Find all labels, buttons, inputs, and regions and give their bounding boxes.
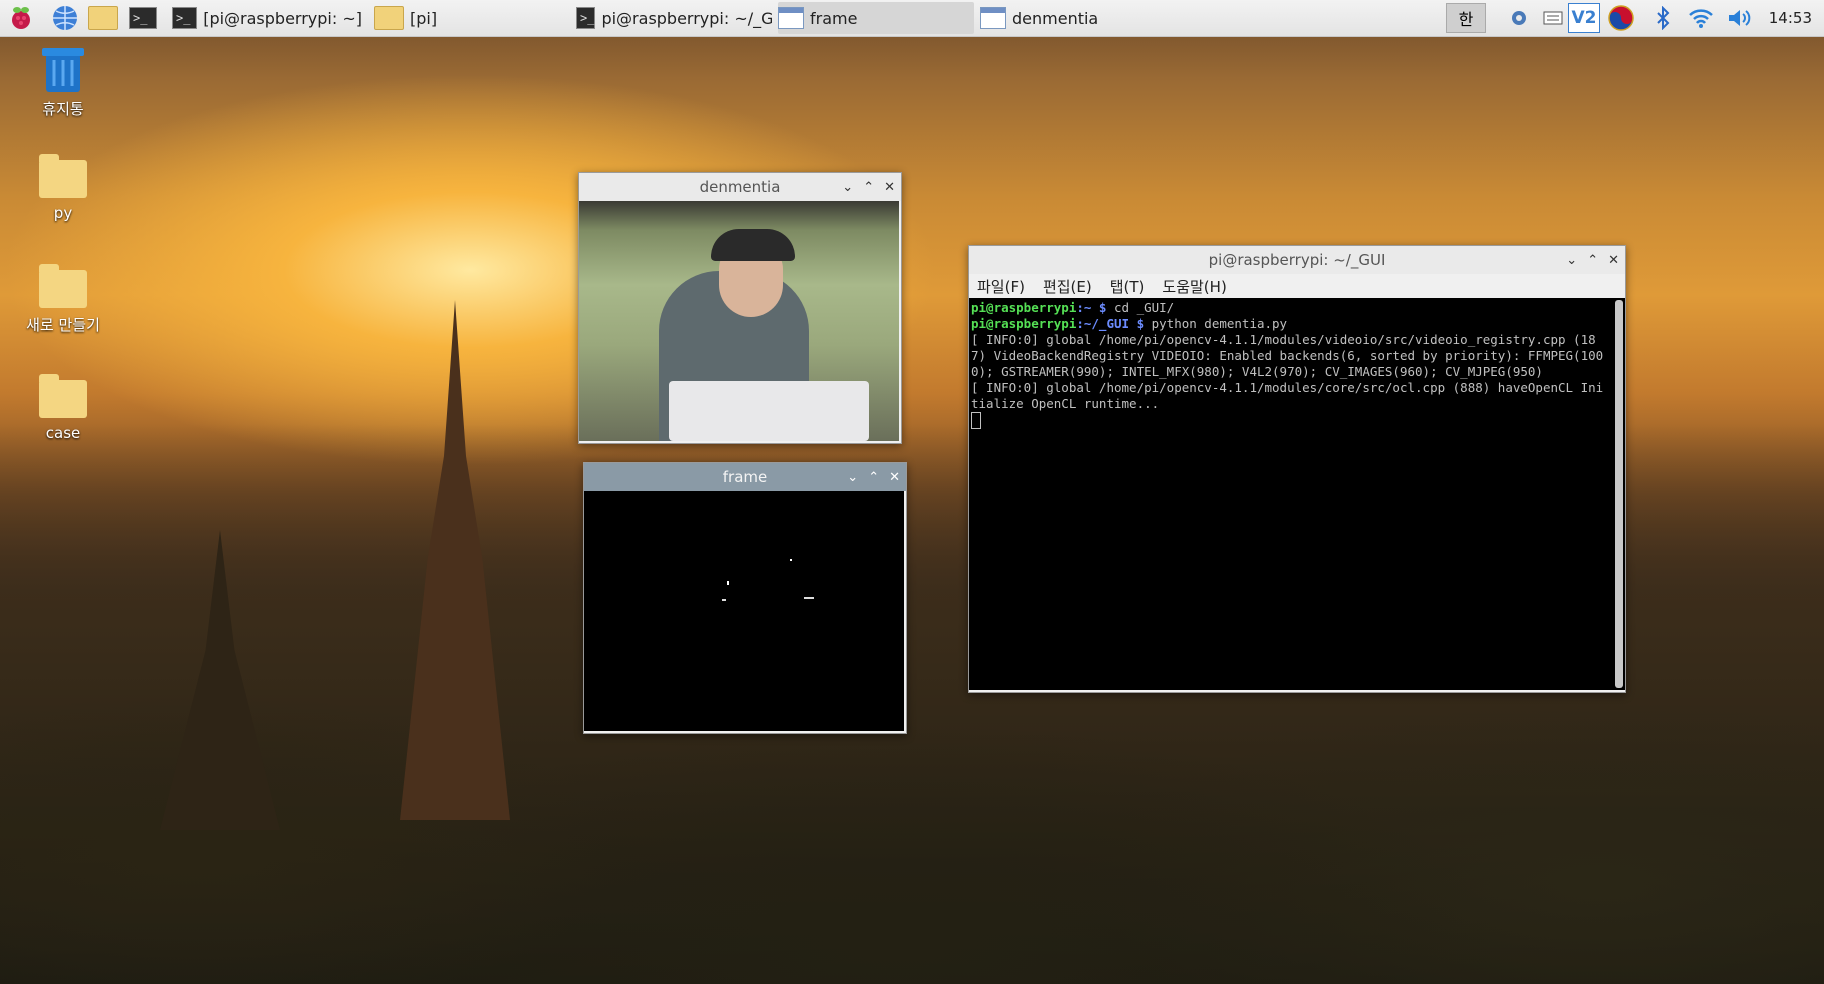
- task-terminal-home[interactable]: >_ [pi@raspberrypi: ~]: [172, 2, 362, 34]
- menu-help[interactable]: 도움말(H): [1162, 276, 1226, 297]
- person-cap: [711, 229, 795, 261]
- task-frame[interactable]: frame: [778, 2, 974, 34]
- folder-icon: [374, 6, 404, 30]
- task-denmentia[interactable]: denmentia: [980, 2, 1176, 34]
- terminal-icon: >_: [576, 7, 596, 29]
- task-terminal-gui[interactable]: >_ pi@raspberrypi: ~/_G...: [576, 2, 772, 34]
- desktop-icon-label: 휴지통: [42, 100, 84, 118]
- terminal-line: pi@raspberrypi:~ $ cd _GUI/: [971, 300, 1175, 315]
- korean-input-icon[interactable]: [1606, 3, 1636, 33]
- terminal-menubar: 파일(F) 편집(E) 탭(T) 도움말(H): [969, 274, 1625, 298]
- close-icon[interactable]: ✕: [884, 180, 895, 195]
- frame-titlebar[interactable]: frame ⌄ ⌃ ✕: [584, 463, 906, 491]
- text-cursor: [971, 412, 981, 429]
- desktop-icon-label: py: [53, 204, 73, 222]
- terminal-launcher-icon[interactable]: >_: [128, 3, 158, 33]
- window-title: pi@raspberrypi: ~/_GUI: [1208, 251, 1386, 269]
- terminal-line: pi@raspberrypi:~/_GUI $ python dementia.…: [971, 316, 1288, 331]
- window-title: frame: [722, 468, 768, 486]
- frame-window[interactable]: frame ⌄ ⌃ ✕: [583, 462, 907, 734]
- denmentia-window[interactable]: denmentia ⌄ ⌃ ✕: [578, 172, 902, 444]
- clock[interactable]: 14:53: [1769, 0, 1812, 36]
- mask-pixel: [790, 559, 792, 561]
- terminal-scrollbar[interactable]: [1615, 300, 1623, 688]
- minimize-icon[interactable]: ⌄: [1566, 253, 1577, 268]
- task-folder-pi[interactable]: [pi]: [374, 2, 574, 34]
- terminal-output-line: [ INFO:0] global /home/pi/opencv-4.1.1/m…: [971, 332, 1604, 379]
- file-manager-icon[interactable]: [88, 3, 118, 33]
- web-browser-icon[interactable]: [50, 3, 80, 33]
- denmentia-titlebar[interactable]: denmentia ⌄ ⌃ ✕: [579, 173, 901, 201]
- menu-tabs[interactable]: 탭(T): [1110, 276, 1145, 297]
- desktop-icon-case[interactable]: case: [8, 374, 118, 442]
- terminal-cursor-line: [971, 412, 1609, 429]
- terminal-window[interactable]: pi@raspberrypi: ~/_GUI ⌄ ⌃ ✕ 파일(F) 편집(E)…: [968, 245, 1626, 693]
- vnc-icon[interactable]: V2: [1568, 3, 1600, 33]
- window-icon: [778, 7, 804, 29]
- frame-mask-image: [584, 491, 904, 731]
- folder-icon: [39, 154, 87, 198]
- mask-pixel: [804, 597, 814, 599]
- desktop-icon-py[interactable]: py: [8, 154, 118, 222]
- bluetooth-icon[interactable]: [1648, 3, 1678, 33]
- wifi-icon[interactable]: [1686, 3, 1716, 33]
- terminal-output[interactable]: pi@raspberrypi:~ $ cd _GUI/ pi@raspberry…: [969, 298, 1625, 690]
- menu-edit[interactable]: 편집(E): [1043, 276, 1092, 297]
- maximize-icon[interactable]: ⌃: [1587, 253, 1598, 268]
- close-icon[interactable]: ✕: [889, 470, 900, 485]
- desktop-icon-label: 새로 만들기: [26, 316, 100, 334]
- minimize-icon[interactable]: ⌄: [847, 470, 858, 485]
- menu-file[interactable]: 파일(F): [977, 276, 1025, 297]
- desktop-icon-label: case: [45, 424, 81, 442]
- settings-gear-icon[interactable]: [1504, 3, 1534, 33]
- mask-pixel: [722, 599, 726, 601]
- folder-icon: [39, 264, 87, 308]
- window-icon: [980, 7, 1006, 29]
- terminal-titlebar[interactable]: pi@raspberrypi: ~/_GUI ⌄ ⌃ ✕: [969, 246, 1625, 274]
- volume-icon[interactable]: [1724, 3, 1754, 33]
- maximize-icon[interactable]: ⌃: [868, 470, 879, 485]
- camera-feed-image: [579, 201, 899, 441]
- keyboard-layout-icon[interactable]: [1538, 3, 1568, 33]
- desktop-icon-trash[interactable]: 휴지통: [8, 44, 118, 119]
- close-icon[interactable]: ✕: [1608, 253, 1619, 268]
- trash-icon: [42, 48, 84, 92]
- desktop-icon-new-folder[interactable]: 새로 만들기: [8, 264, 118, 335]
- raspberry-menu-icon[interactable]: [6, 3, 36, 33]
- terminal-output-line: [ INFO:0] global /home/pi/opencv-4.1.1/m…: [971, 380, 1604, 411]
- folder-icon: [39, 374, 87, 418]
- minimize-icon[interactable]: ⌄: [842, 180, 853, 195]
- taskbar: >_ >_ [pi@raspberrypi: ~] [pi] >_ pi@ras…: [0, 0, 1824, 37]
- terminal-icon: >_: [172, 7, 198, 29]
- mask-pixel: [727, 581, 729, 585]
- window-title: denmentia: [699, 178, 781, 196]
- desk-paper: [669, 381, 869, 441]
- maximize-icon[interactable]: ⌃: [863, 180, 874, 195]
- ime-korean-toggle[interactable]: 한: [1446, 3, 1486, 33]
